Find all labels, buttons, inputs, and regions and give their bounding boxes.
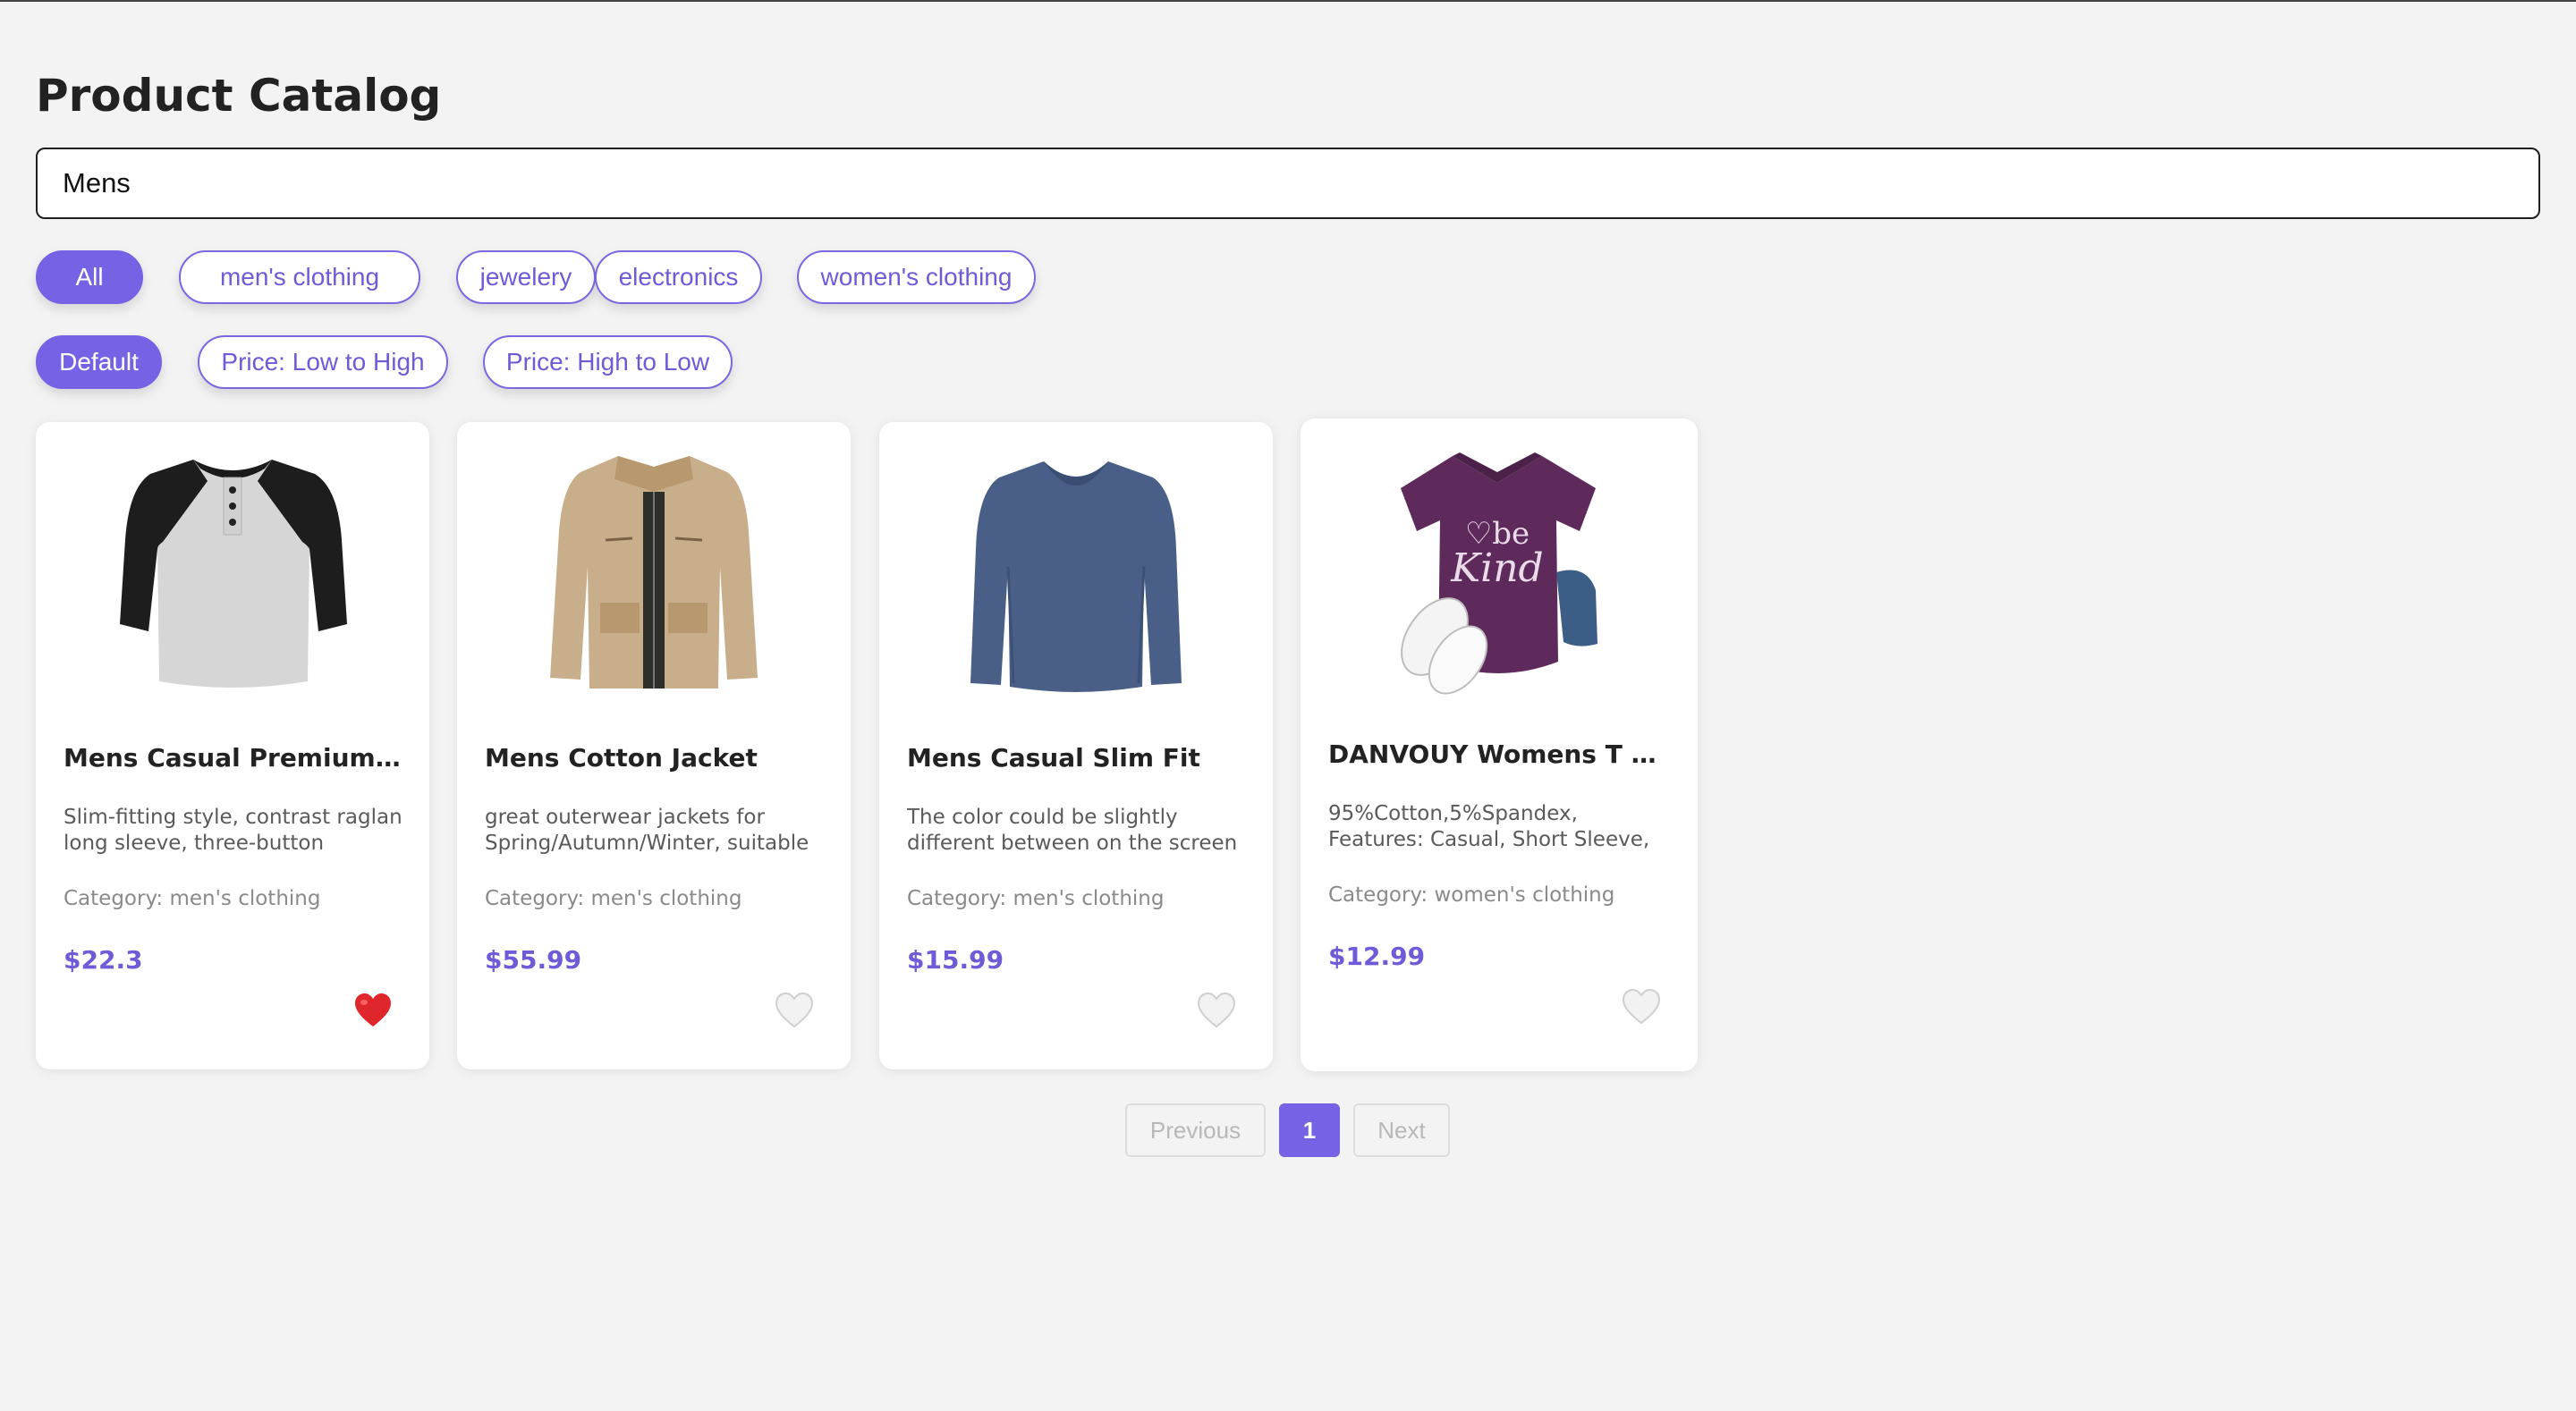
cotton-jacket-image [550,456,758,689]
product-price: $55.99 [485,945,582,975]
product-price: $12.99 [1328,942,1426,971]
product-category: Category: men's clothing [64,887,321,910]
filter-jewelery-button[interactable]: jewelery [456,250,596,304]
filter-electronics-button[interactable]: electronics [595,250,762,304]
red-heart-icon[interactable] [352,991,394,1032]
product-card[interactable]: Mens Casual Premium Sl... Slim-fitting s… [36,422,429,1069]
sort-default-button[interactable]: Default [36,335,162,389]
white-heart-icon[interactable] [1196,991,1237,1032]
category-filter-bar: All men's clothing jewelery electronics … [36,250,1109,304]
product-description: 95%Cotton,5%Spandex, Features: Casual, S… [1328,802,1650,855]
slim-fit-shirt-image [970,461,1182,692]
filter-all-button[interactable]: All [36,250,143,304]
product-name[interactable]: Mens Cotton Jacket [485,742,829,774]
filter-mens-clothing-button[interactable]: men's clothing [179,250,420,304]
product-price: $15.99 [907,945,1004,975]
previous-page-button[interactable]: Previous [1125,1103,1266,1157]
sort-bar: Default Price: Low to High Price: High t… [36,335,841,389]
henley-shirt-image [120,460,347,688]
product-description: great outerwear jackets for Spring/Autum… [485,806,809,858]
pagination: Previous 1 Next [0,1103,2576,1157]
product-description: The color could be slightly different be… [907,806,1238,858]
product-card[interactable]: Mens Casual Slim Fit The color could be … [879,422,1273,1069]
next-page-button[interactable]: Next [1353,1103,1450,1157]
product-price: $22.3 [64,945,143,975]
product-category: Category: men's clothing [907,887,1165,910]
product-card[interactable]: Mens Cotton Jacket great outerwear jacke… [457,422,851,1069]
page-title: Product Catalog [36,70,442,122]
product-description: Slim-fitting style, contrast raglan long… [64,806,402,858]
search-input[interactable] [36,148,2540,219]
product-name[interactable]: Mens Casual Slim Fit [907,742,1251,774]
be-kind-tshirt-image: ♡be Kind [1401,452,1597,695]
product-name[interactable]: DANVOUY Womens T Sh... [1328,739,1673,771]
page: { "page_title": "Product Catalog", "sear… [0,0,2576,1411]
white-heart-icon[interactable] [1621,987,1662,1028]
svg-text:Kind: Kind [1450,545,1543,591]
white-heart-icon[interactable] [774,991,815,1032]
product-name[interactable]: Mens Casual Premium Sl... [64,742,408,774]
product-category: Category: women's clothing [1328,883,1615,907]
product-card[interactable]: ♡be Kind DANVOUY Womens T Sh... 95%Cotto… [1301,418,1698,1071]
filter-womens-clothing-button[interactable]: women's clothing [797,250,1036,304]
sort-price-high-low-button[interactable]: Price: High to Low [483,335,733,389]
page-1-button[interactable]: 1 [1279,1103,1340,1157]
product-category: Category: men's clothing [485,887,742,910]
sort-price-low-high-button[interactable]: Price: Low to High [198,335,448,389]
